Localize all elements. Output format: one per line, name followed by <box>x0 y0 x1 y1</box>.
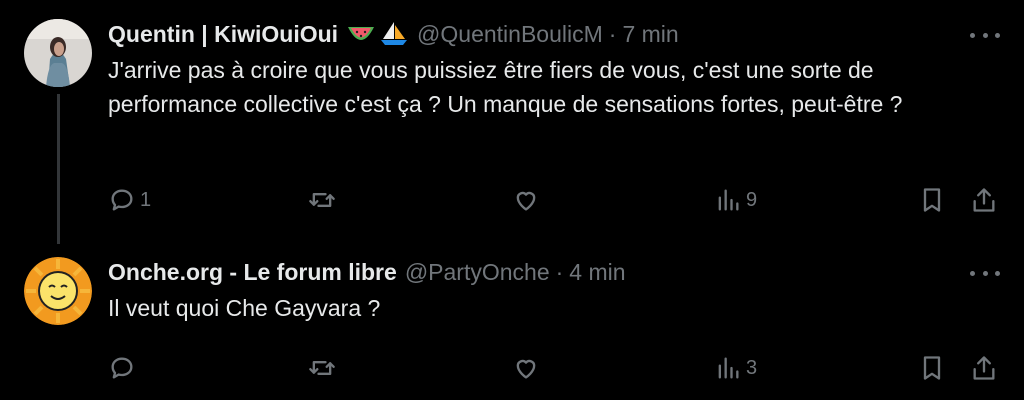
retweet-button[interactable] <box>308 182 336 218</box>
more-icon[interactable] <box>970 25 1000 45</box>
name-emojis <box>346 21 409 47</box>
share-button[interactable] <box>970 350 998 386</box>
bookmark-button[interactable] <box>918 182 946 218</box>
views-count: 3 <box>746 356 758 379</box>
heart-icon <box>516 359 536 379</box>
tweet-text: J'arrive pas à croire que vous puissiez … <box>108 57 903 117</box>
reply-button[interactable] <box>108 350 136 386</box>
views-button[interactable]: 9 <box>714 182 757 218</box>
action-bar: 1 9 <box>0 182 1024 218</box>
tweet-2[interactable]: Onche.org - Le forum libre @PartyOnche ·… <box>0 255 1024 395</box>
reply-button[interactable]: 1 <box>108 182 151 218</box>
author-handle[interactable]: @PartyOnche <box>405 259 550 286</box>
retweet-icon <box>309 361 335 375</box>
views-icon <box>718 357 739 379</box>
retweet-button[interactable] <box>308 350 336 386</box>
heart-icon <box>516 191 536 211</box>
reply-count: 1 <box>140 188 152 211</box>
more-icon[interactable] <box>970 263 1000 283</box>
timestamp[interactable]: 7 min <box>622 21 678 48</box>
action-bar: 3 <box>0 350 1024 386</box>
separator: · <box>555 258 564 285</box>
reply-icon <box>111 189 133 211</box>
share-icon <box>973 188 995 212</box>
reply-icon <box>111 357 133 379</box>
like-button[interactable] <box>512 182 540 218</box>
like-button[interactable] <box>512 350 540 386</box>
views-count: 9 <box>746 188 758 211</box>
retweet-icon <box>309 193 335 207</box>
avatar[interactable] <box>24 19 92 87</box>
timestamp[interactable]: 4 min <box>569 259 625 286</box>
author-handle[interactable]: @QuentinBoulicM <box>417 21 603 48</box>
bookmark-button[interactable] <box>918 350 946 386</box>
views-button[interactable]: 3 <box>714 350 757 386</box>
author-name[interactable]: Quentin | KiwiOuiOui <box>108 21 338 48</box>
tweet-1[interactable]: Quentin | KiwiOuiOui @QuentinBoulicM · 7… <box>0 17 1024 217</box>
watermelon-icon <box>348 27 375 40</box>
views-icon <box>718 189 739 211</box>
share-icon <box>973 356 995 380</box>
tweet-text: Il veut quoi Che Gayvara ? <box>108 295 381 321</box>
sailboat-icon <box>381 22 408 45</box>
bookmark-icon <box>923 356 941 380</box>
separator: · <box>608 20 617 47</box>
avatar[interactable] <box>24 257 92 325</box>
author-name[interactable]: Onche.org - Le forum libre <box>108 259 397 286</box>
share-button[interactable] <box>970 182 998 218</box>
bookmark-icon <box>923 188 941 212</box>
